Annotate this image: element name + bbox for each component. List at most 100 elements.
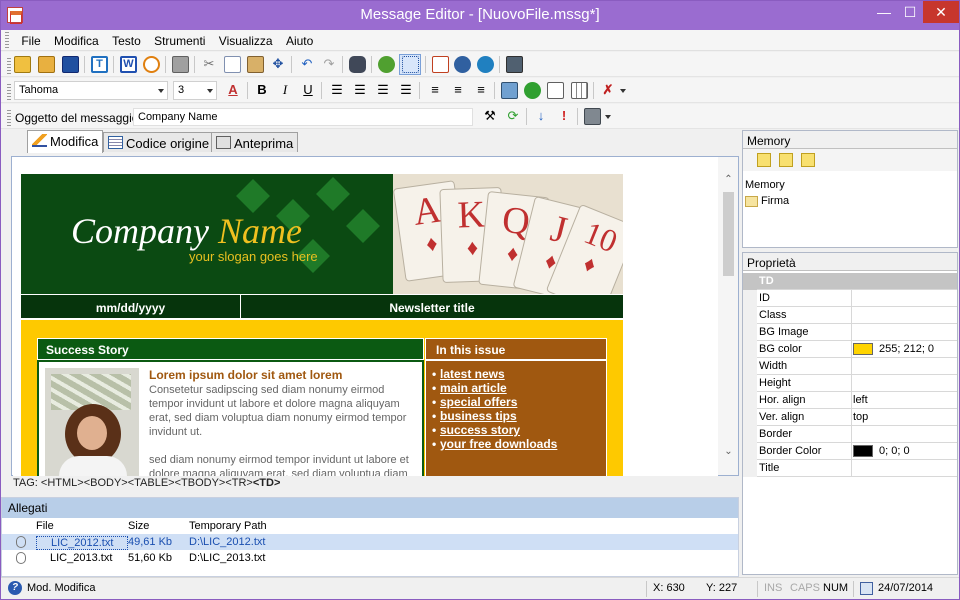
no-mail-icon[interactable] [506, 56, 523, 73]
find-binoculars-icon[interactable] [349, 56, 366, 73]
column-file[interactable]: File [36, 520, 54, 532]
prop-row[interactable]: BG Image [743, 324, 957, 341]
design-canvas[interactable]: Company Name your slogan goes here A ♦ K ♦… [13, 158, 718, 476]
align-left-icon[interactable]: ≡ [426, 81, 444, 99]
font-color-icon[interactable]: A [224, 81, 242, 99]
prop-row[interactable]: Height [743, 375, 957, 392]
memory-root[interactable]: Memory [745, 179, 785, 191]
underline-button[interactable]: U [299, 81, 317, 99]
issue-link[interactable]: main article [432, 381, 606, 395]
scroll-up-icon[interactable]: ⌃ [723, 175, 734, 185]
memory-edit-icon[interactable] [779, 153, 793, 167]
column-temp-path[interactable]: Temporary Path [189, 520, 267, 532]
prop-row[interactable]: Hor. align left [743, 392, 957, 409]
editor-scrollbar[interactable]: ⌃ ⌄ [718, 157, 738, 475]
remove-format-icon[interactable]: ✗ [599, 81, 617, 99]
color-swatch[interactable] [853, 445, 873, 458]
save-icon[interactable] [62, 56, 79, 73]
menu-aiuto[interactable]: Aiuto [281, 30, 318, 48]
prop-value[interactable]: 255; 212; 0 [853, 343, 934, 356]
attachment-row[interactable]: LIC_2012.txt 49,61 Kb D:\LIC_2012.txt [2, 534, 738, 550]
story-cell[interactable]: Lorem ipsum dolor sit amet lorem Consete… [37, 360, 424, 476]
column-size[interactable]: Size [128, 520, 149, 532]
prop-row[interactable]: Title [743, 460, 957, 477]
new-message-icon[interactable] [14, 56, 31, 73]
insert-table-icon[interactable] [571, 82, 588, 99]
scroll-thumb[interactable] [723, 192, 734, 276]
prop-row[interactable]: Border Color 0; 0; 0 [743, 443, 957, 460]
menu-visualizza[interactable]: Visualizza [214, 30, 278, 48]
tag-path-current[interactable]: <TD> [253, 477, 281, 489]
outdent-icon[interactable]: ☰ [374, 81, 392, 99]
import-icon[interactable] [432, 56, 449, 73]
cut-icon[interactable]: ✂ [200, 55, 218, 73]
chevron-down-icon[interactable] [605, 115, 611, 119]
menu-file[interactable]: File [16, 30, 45, 48]
prop-row[interactable]: BG color 255; 212; 0 [743, 341, 957, 358]
tools-icon[interactable]: ⚒ [481, 107, 499, 125]
redo-icon[interactable]: ↷ [320, 55, 338, 73]
newsletter-date[interactable]: mm/dd/yyyy [21, 295, 241, 319]
prop-value[interactable]: left [853, 394, 868, 406]
newsletter-title[interactable]: Newsletter title [241, 295, 623, 319]
minimize-button[interactable]: — [871, 1, 897, 23]
scroll-down-icon[interactable]: ⌄ [723, 447, 734, 457]
refresh-icon[interactable]: ⟳ [504, 107, 522, 125]
issue-cell[interactable]: latest news main article special offers … [425, 360, 607, 476]
prop-row[interactable]: Width [743, 358, 957, 375]
text-mode-icon[interactable]: T [91, 56, 108, 73]
send-icon[interactable] [454, 56, 471, 73]
undo-icon[interactable]: ↶ [298, 55, 316, 73]
issue-link[interactable]: business tips [432, 409, 606, 423]
memory-delete-icon[interactable] [801, 153, 815, 167]
memory-add-icon[interactable] [757, 153, 771, 167]
clock-icon[interactable] [143, 56, 160, 73]
insert-link-icon[interactable] [378, 56, 395, 73]
tab-codice-origine[interactable]: Codice origine [103, 132, 215, 152]
issue-link[interactable]: special offers [432, 395, 606, 409]
attachment-row[interactable]: LIC_2013.txt 51,60 Kb D:\LIC_2013.txt [2, 550, 738, 566]
menu-strumenti[interactable]: Strumenti [149, 30, 210, 48]
maximize-button[interactable]: ☐ [897, 1, 923, 23]
print-icon[interactable] [172, 56, 189, 73]
insert-hyperlink-icon[interactable] [524, 82, 541, 99]
insert-text-icon[interactable] [547, 82, 564, 99]
align-center-icon[interactable]: ≡ [449, 81, 467, 99]
prop-value[interactable]: 0; 0; 0 [853, 445, 910, 458]
prop-row[interactable]: Ver. align top [743, 409, 957, 426]
indent-icon[interactable]: ☰ [397, 81, 415, 99]
prop-row[interactable]: Class [743, 307, 957, 324]
prop-value[interactable]: top [853, 411, 868, 423]
paste-icon[interactable] [247, 56, 264, 73]
menu-modifica[interactable]: Modifica [49, 30, 104, 48]
tag-path-prefix[interactable]: TAG: <HTML><BODY><TABLE><TBODY><TR> [13, 477, 253, 489]
tab-anteprima[interactable]: Anteprima [211, 132, 299, 152]
bullet-list-icon[interactable]: ☰ [351, 81, 369, 99]
word-document-icon[interactable]: W [120, 56, 137, 73]
high-priority-icon[interactable]: ! [555, 107, 573, 125]
memory-item[interactable]: Firma [745, 195, 789, 207]
tab-modifica[interactable]: Modifica [27, 130, 104, 153]
bold-button[interactable]: B [253, 81, 271, 99]
issue-link[interactable]: your free downloads [432, 437, 606, 451]
issue-header[interactable]: In this issue [425, 338, 607, 360]
options-icon[interactable] [584, 108, 601, 125]
issue-link[interactable]: success story [432, 423, 606, 437]
prop-row[interactable]: Border [743, 426, 957, 443]
globe-icon[interactable] [477, 56, 494, 73]
move-icon[interactable]: ✥ [269, 55, 287, 73]
section-header[interactable]: Success Story [37, 338, 424, 360]
issue-link[interactable]: latest news [432, 367, 606, 381]
open-folder-icon[interactable] [38, 56, 55, 73]
font-family-select[interactable]: Tahoma [14, 81, 168, 100]
low-priority-icon[interactable]: ↓ [532, 107, 550, 125]
close-button[interactable]: ✕ [923, 1, 959, 23]
help-icon[interactable]: ? [8, 581, 22, 595]
copy-icon[interactable] [224, 56, 241, 73]
numbered-list-icon[interactable]: ☰ [328, 81, 346, 99]
align-right-icon[interactable]: ≡ [472, 81, 490, 99]
insert-image-icon[interactable] [501, 82, 518, 99]
font-size-select[interactable]: 3 [173, 81, 217, 100]
color-swatch[interactable] [853, 343, 873, 356]
chevron-down-icon[interactable] [620, 89, 626, 93]
